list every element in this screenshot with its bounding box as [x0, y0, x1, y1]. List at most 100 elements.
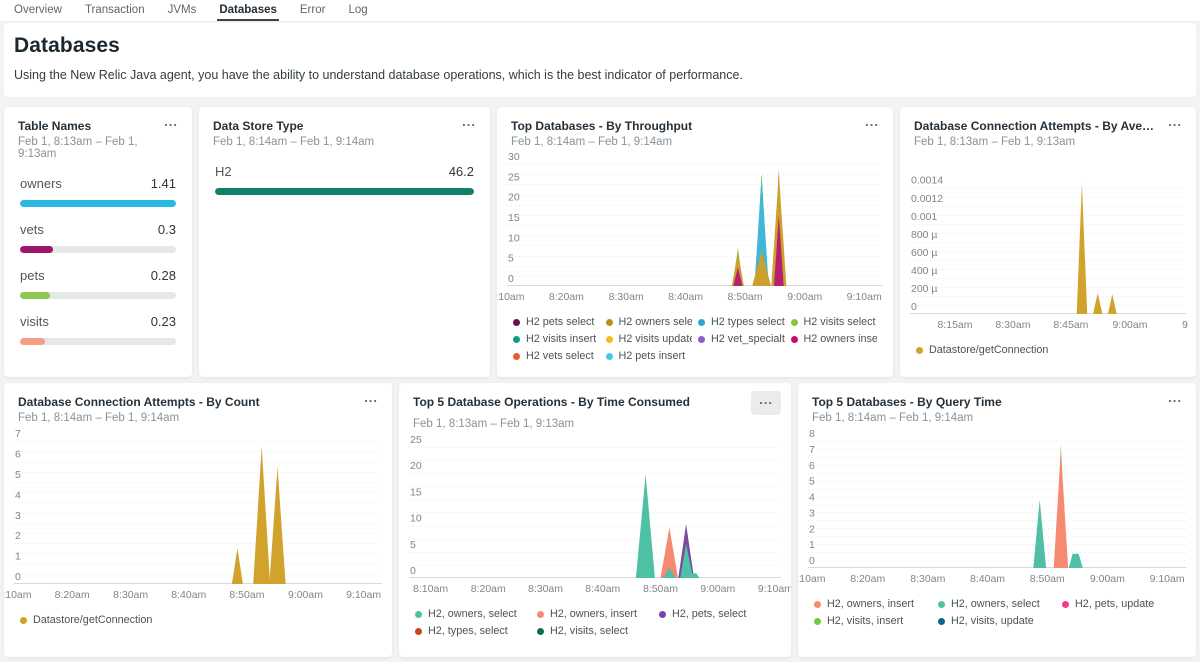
x-axis-label: 8:20am	[549, 291, 584, 303]
panel-menu-button[interactable]: ...	[458, 117, 480, 133]
legend-item[interactable]: H2, owners, insert	[814, 598, 932, 610]
bar-list: H2 46.2	[213, 164, 476, 195]
legend-dot	[698, 336, 705, 343]
panel-menu-button[interactable]: ...	[1164, 393, 1186, 409]
nav-tab-transaction[interactable]: Transaction	[83, 0, 147, 21]
legend-dot	[606, 353, 613, 360]
page-header: Databases Using the New Relic Java agent…	[4, 23, 1196, 97]
legend-item[interactable]: H2 vets select	[513, 350, 600, 362]
legend-dot	[814, 618, 821, 625]
panel-title: Table Names	[18, 119, 91, 133]
legend-item[interactable]: H2, owners, select	[415, 608, 531, 620]
panel-menu-button[interactable]: ...	[751, 391, 781, 415]
y-axis-label: 2	[809, 523, 815, 535]
legend-label: H2, owners, insert	[550, 608, 637, 620]
area-chart[interactable]: 0200 µ400 µ600 µ800 µ0.0010.00120.0014	[910, 176, 1186, 314]
chart-legend: H2, owners, select H2, owners, insert H2, …	[409, 608, 781, 637]
chart-legend: H2 pets select H2 owners select H2 types s…	[507, 316, 883, 362]
legend-dot	[415, 628, 422, 635]
y-axis-label: 4	[15, 489, 21, 501]
bar-list-item[interactable]: owners 1.41	[20, 176, 176, 207]
panel-title: Top 5 Databases - By Query Time	[812, 395, 1002, 409]
legend-item[interactable]: H2 visits update	[606, 333, 693, 345]
panel-menu-button[interactable]: ...	[1164, 117, 1186, 133]
legend-dot	[916, 347, 923, 354]
legend-item[interactable]: H2 pets insert	[606, 350, 693, 362]
legend-dot	[814, 601, 821, 608]
area-chart[interactable]: 0510152025	[409, 440, 781, 578]
legend-item[interactable]: H2 owners select	[606, 316, 693, 328]
legend-item[interactable]: H2, types, select	[415, 625, 531, 637]
nav-tab-error[interactable]: Error	[298, 0, 328, 21]
legend-item[interactable]: Datastore/getConnection	[20, 614, 376, 626]
legend-dot	[659, 611, 666, 618]
legend-label: Datastore/getConnection	[33, 614, 152, 626]
legend-item[interactable]: H2, pets, update	[1062, 598, 1180, 610]
x-axis-label: 8:20am	[55, 589, 90, 601]
legend-dot	[606, 336, 613, 343]
panel-menu-button[interactable]: ...	[861, 117, 883, 133]
chart-series	[1033, 500, 1046, 568]
chart-series	[636, 475, 655, 578]
area-chart[interactable]: 012345678	[808, 434, 1186, 568]
nav-tab-jvms[interactable]: JVMs	[166, 0, 199, 21]
legend-item[interactable]: H2 pets select	[513, 316, 600, 328]
y-axis-label: 0.0014	[911, 175, 943, 187]
area-chart[interactable]: 01234567	[14, 434, 382, 584]
bar-value: 1.41	[151, 176, 176, 191]
legend-label: H2, visits, update	[951, 615, 1034, 627]
legend-item[interactable]: H2, visits, insert	[814, 615, 932, 627]
nav-tab-log[interactable]: Log	[346, 0, 369, 21]
legend-dot	[791, 336, 798, 343]
y-axis-label: 200 µ	[911, 283, 938, 295]
x-axis-label: 8:40am	[970, 573, 1005, 585]
legend-item[interactable]: H2, visits, select	[537, 625, 653, 637]
bar-list-item[interactable]: visits 0.23	[20, 314, 176, 345]
legend-item[interactable]: H2, owners, select	[938, 598, 1056, 610]
legend-label: H2 vets select	[526, 350, 594, 362]
nav-tab-overview[interactable]: Overview	[12, 0, 64, 21]
y-axis-label: 1	[809, 539, 815, 551]
legend-item[interactable]: H2, owners, insert	[537, 608, 653, 620]
bar-list-item[interactable]: vets 0.3	[20, 222, 176, 253]
panel-menu-button[interactable]: ...	[360, 393, 382, 409]
legend-item[interactable]: H2 vet_specialti…	[698, 333, 785, 345]
y-axis-label: 20	[410, 460, 422, 472]
bar-list-item[interactable]: pets 0.28	[20, 268, 176, 299]
legend-item[interactable]: H2 visits insert	[513, 333, 600, 345]
top-nav: Overview Transaction JVMs Databases Erro…	[0, 0, 1200, 22]
x-axis-label: 8:30am	[609, 291, 644, 303]
y-axis-label: 0	[809, 555, 815, 567]
dashboard-grid: Table Names ... Feb 1, 8:13am – Feb 1, 9…	[0, 107, 1200, 657]
y-axis-label: 5	[809, 476, 815, 488]
x-axis-label: 8:20am	[471, 583, 506, 595]
area-chart[interactable]: 051015202530	[507, 158, 883, 286]
nav-tab-databases[interactable]: Databases	[217, 0, 279, 21]
x-axis-label: 9:00am	[1112, 319, 1147, 331]
y-axis-label: 5	[410, 539, 416, 551]
legend-dot	[513, 336, 520, 343]
legend-item[interactable]: H2 types select	[698, 316, 785, 328]
x-axis-label: 8:30am	[113, 589, 148, 601]
legend-item[interactable]: Datastore/getConnection	[916, 344, 1180, 356]
legend-label: Datastore/getConnection	[929, 344, 1048, 356]
x-axis-label: 9	[1182, 319, 1188, 331]
legend-dot	[415, 611, 422, 618]
panel-menu-button[interactable]: ...	[160, 117, 182, 133]
legend-dot	[1062, 601, 1069, 608]
x-axis-label: 9:00am	[787, 291, 822, 303]
bar-list-item[interactable]: H2 46.2	[215, 164, 474, 195]
y-axis-label: 1	[15, 551, 21, 563]
legend-label: H2, visits, insert	[827, 615, 903, 627]
legend-item[interactable]: H2, pets, select	[659, 608, 775, 620]
legend-item[interactable]: H2 visits select	[791, 316, 878, 328]
y-axis-label: 15	[508, 212, 520, 224]
panel-title: Data Store Type	[213, 119, 303, 133]
x-axis-label: 8:45am	[1053, 319, 1088, 331]
legend-label: H2 visits update	[619, 333, 693, 345]
bar-fill	[20, 338, 45, 345]
legend-item[interactable]: H2 owners insert	[791, 333, 878, 345]
bar-value: 0.23	[151, 314, 176, 329]
x-axis-label: 8:10am	[413, 583, 448, 595]
legend-item[interactable]: H2, visits, update	[938, 615, 1056, 627]
